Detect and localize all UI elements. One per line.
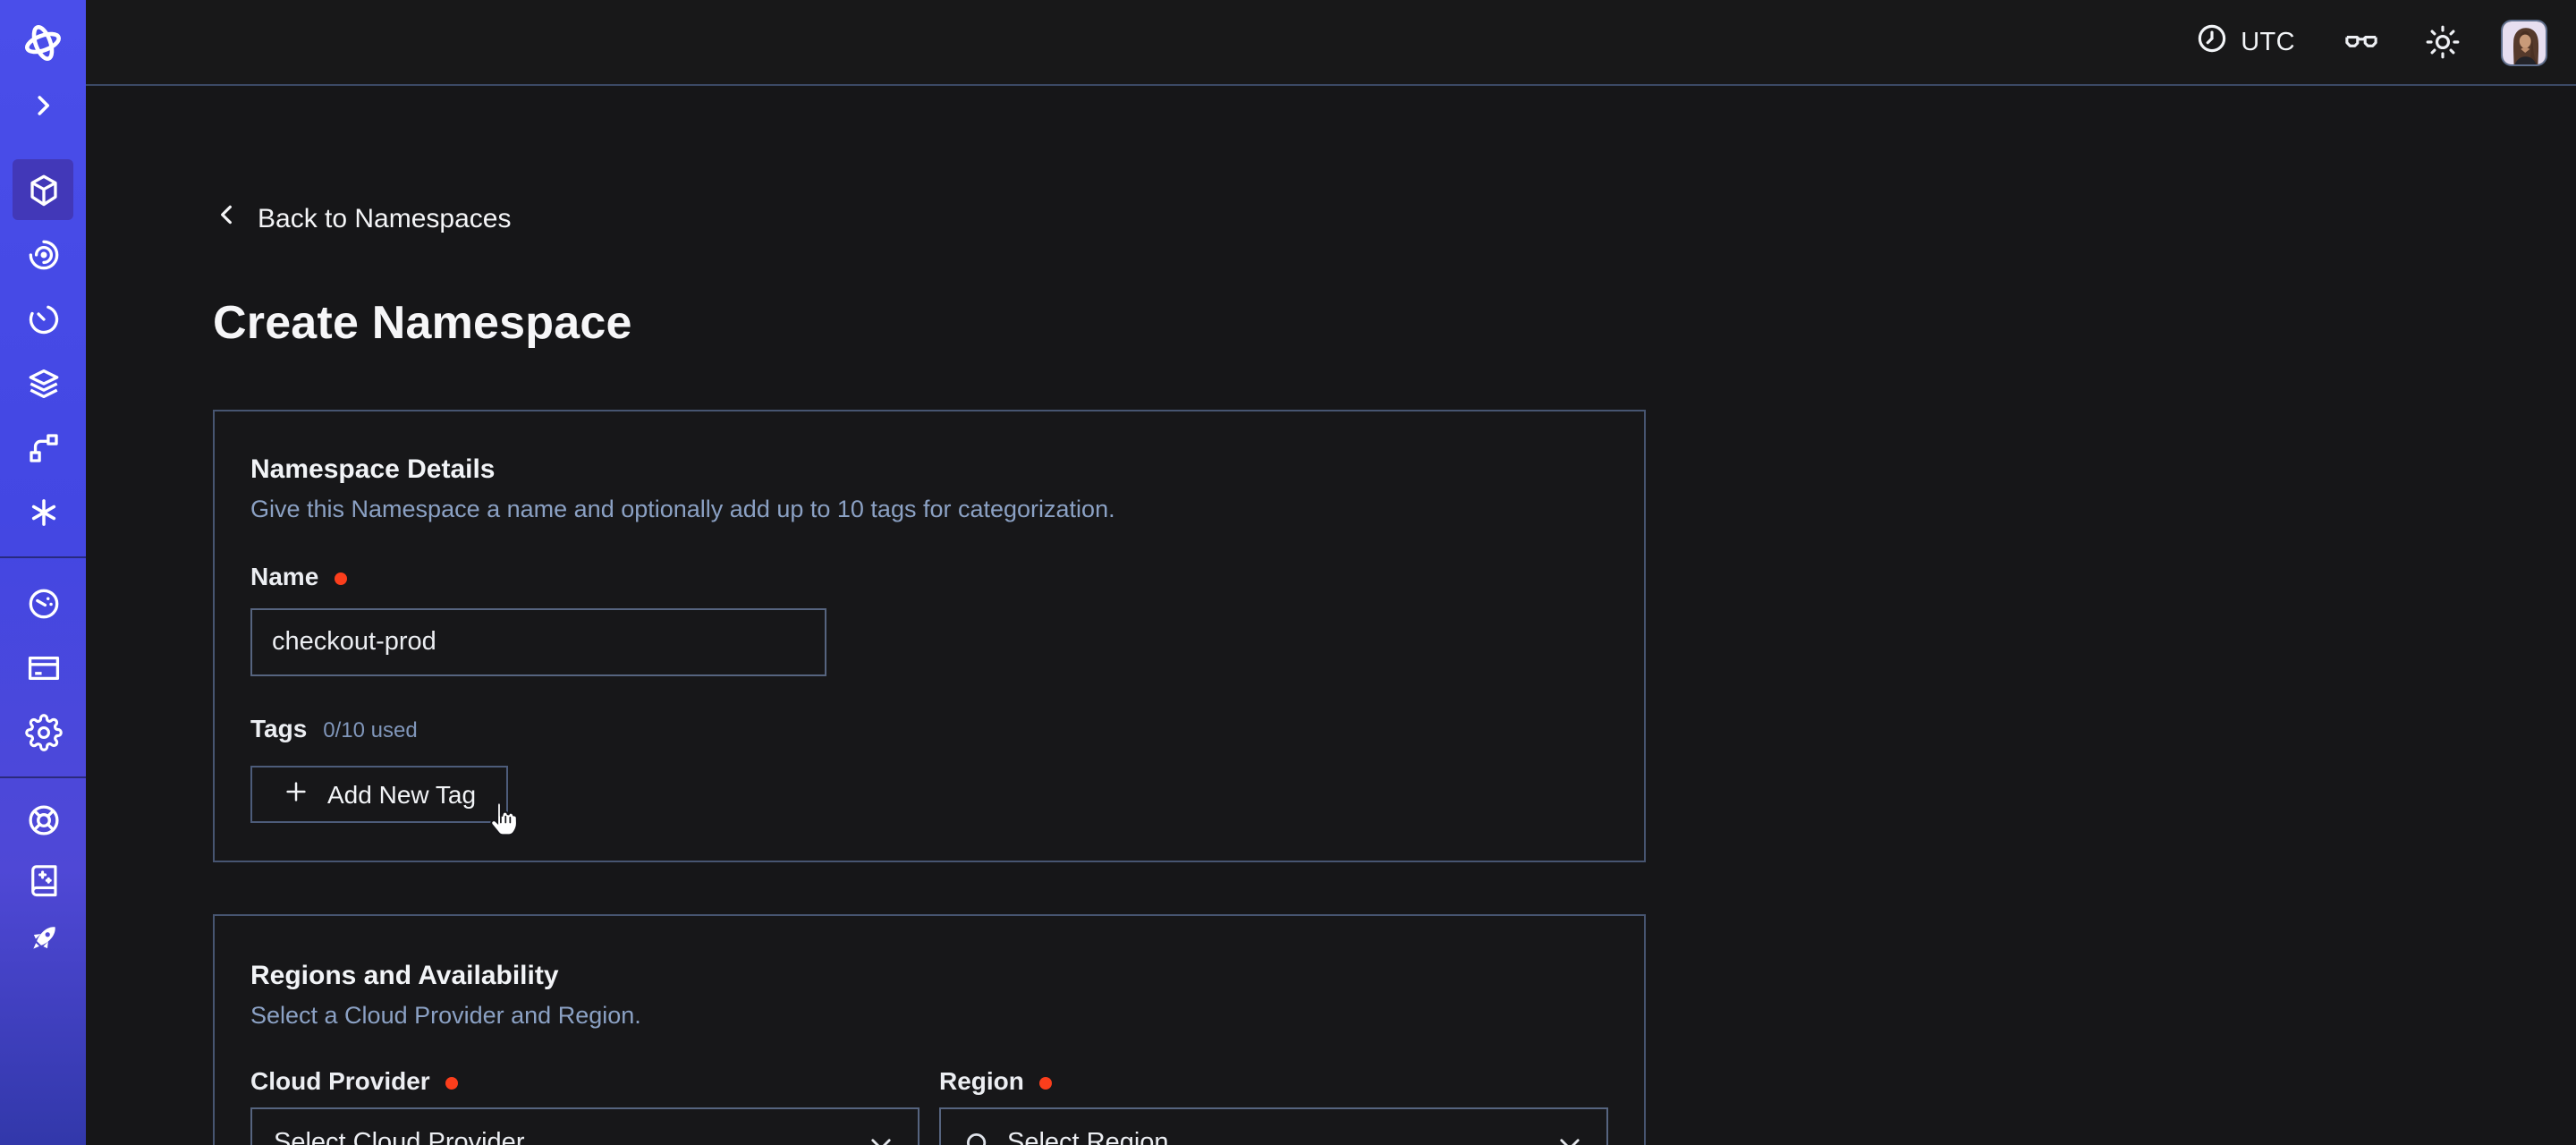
sidebar-item-usage[interactable] — [0, 571, 86, 635]
namespace-details-card: Namespace Details Give this Namespace a … — [213, 410, 1646, 862]
sidebar-rail — [0, 0, 86, 1145]
add-new-tag-button[interactable]: Add New Tag — [250, 766, 508, 823]
sidebar-item-nexus[interactable] — [0, 479, 86, 544]
name-label: Name — [250, 562, 318, 592]
region-label: Region — [939, 1066, 1024, 1097]
tags-counter: 0/10 used — [323, 717, 417, 742]
sidebar-item-monitor[interactable] — [0, 222, 86, 286]
card-title: Regions and Availability — [250, 961, 1608, 993]
required-dot — [335, 572, 347, 584]
cloud-provider-placeholder: Select Cloud Provider — [274, 1129, 525, 1145]
namespace-name-input[interactable] — [250, 608, 826, 676]
add-new-tag-label: Add New Tag — [327, 780, 476, 809]
sidebar-item-docs[interactable] — [0, 850, 86, 909]
gear-icon — [24, 713, 62, 751]
logo-knot-icon[interactable] — [0, 20, 86, 66]
search-icon — [962, 1128, 993, 1145]
app-window: UTC — [0, 0, 2576, 1145]
sidebar-divider — [0, 776, 86, 778]
sidebar-item-batch[interactable] — [0, 415, 86, 479]
light-theme-icon[interactable] — [2424, 23, 2462, 61]
clock-icon — [2194, 21, 2228, 64]
required-dot — [1040, 1076, 1053, 1089]
main-content: Back to Namespaces Create Namespace Name… — [86, 86, 2576, 1145]
region-placeholder: Select Region — [1007, 1129, 1169, 1145]
credit-card-icon — [24, 649, 62, 686]
plus-icon — [283, 778, 309, 810]
timezone-label: UTC — [2241, 28, 2295, 56]
rocket-icon — [24, 920, 62, 957]
regions-availability-card: Regions and Availability Select a Cloud … — [213, 914, 1646, 1145]
asterisk-icon — [24, 493, 62, 530]
sidebar-item-getting-started[interactable] — [0, 909, 86, 968]
timezone-button[interactable]: UTC — [2194, 21, 2295, 64]
chevron-left-icon — [213, 200, 242, 236]
card-subtitle: Select a Cloud Provider and Region. — [250, 1002, 1608, 1030]
sidebar-item-namespaces[interactable] — [0, 157, 86, 222]
region-select[interactable]: Select Region — [939, 1107, 1608, 1145]
cube-icon — [24, 171, 62, 208]
sidebar-item-support[interactable] — [0, 791, 86, 850]
page-title: Create Namespace — [213, 293, 2576, 352]
sidebar-item-deployments[interactable] — [0, 351, 86, 415]
chevron-down-icon — [866, 1128, 896, 1145]
sidebar-item-settings[interactable] — [0, 700, 86, 764]
topbar: UTC — [86, 0, 2576, 86]
spiral-icon — [24, 235, 62, 273]
expand-sidebar-chevron-right-icon[interactable] — [0, 89, 86, 122]
tags-label: Tags — [250, 714, 307, 744]
gauge-icon — [24, 584, 62, 622]
layers-icon — [24, 364, 62, 402]
required-dot — [446, 1076, 459, 1089]
cloud-provider-select[interactable]: Select Cloud Provider — [250, 1107, 919, 1145]
region-field: Region Select Region — [939, 1066, 1608, 1145]
sidebar-item-billing[interactable] — [0, 635, 86, 700]
timer-icon — [24, 300, 62, 337]
chevron-down-icon — [1555, 1128, 1585, 1145]
cloud-provider-field: Cloud Provider Select Cloud Provider — [250, 1066, 919, 1145]
user-avatar[interactable] — [2501, 19, 2547, 65]
workflow-icon — [24, 428, 62, 466]
card-subtitle: Give this Namespace a name and optionall… — [250, 496, 1608, 524]
life-buoy-icon — [24, 802, 62, 839]
sidebar-divider — [0, 556, 86, 558]
cloud-provider-label: Cloud Provider — [250, 1066, 430, 1097]
back-link-label: Back to Namespaces — [258, 203, 511, 233]
card-title: Namespace Details — [250, 454, 1608, 487]
reader-glasses-icon[interactable] — [2342, 22, 2381, 62]
back-to-namespaces-link[interactable]: Back to Namespaces — [213, 200, 511, 236]
book-sparkles-icon — [24, 861, 62, 898]
sidebar-item-schedules[interactable] — [0, 286, 86, 351]
